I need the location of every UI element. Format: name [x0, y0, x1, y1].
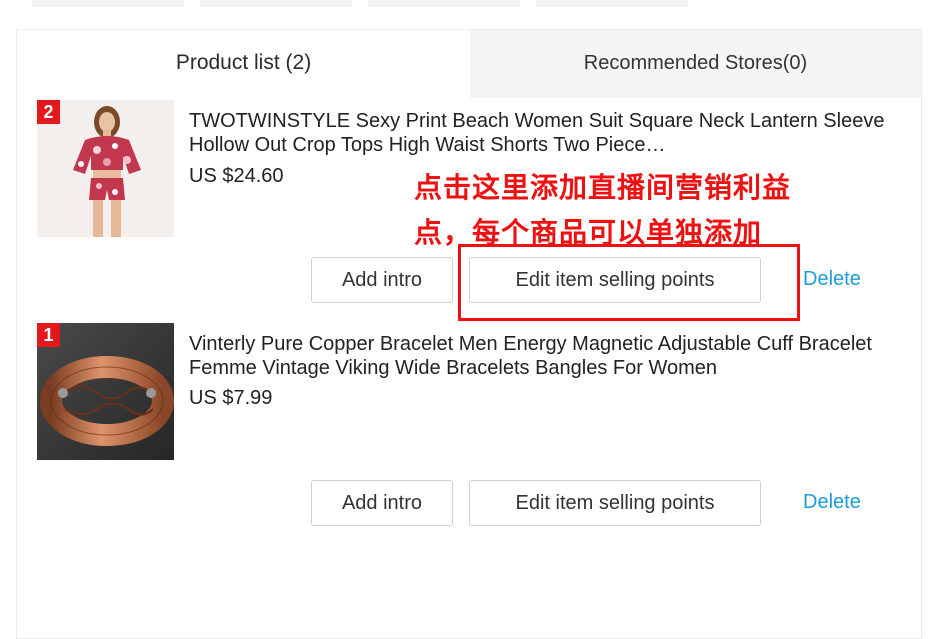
top-tab-stub[interactable]: [368, 0, 520, 7]
rank-badge: 2: [37, 100, 60, 124]
product-title[interactable]: Vinterly Pure Copper Bracelet Men Energy…: [189, 332, 889, 380]
product-thumbnail[interactable]: 1: [37, 323, 174, 460]
top-tab-stub[interactable]: [32, 0, 184, 7]
annotation-text-line1: 点击这里添加直播间营销利益: [414, 171, 792, 204]
delete-link[interactable]: Delete: [803, 268, 861, 291]
product-thumbnail[interactable]: 2: [37, 100, 174, 237]
tab-product-list[interactable]: Product list (2): [17, 30, 470, 98]
edit-selling-points-button[interactable]: Edit item selling points: [469, 480, 761, 526]
top-tab-stub[interactable]: [200, 0, 352, 7]
product-title[interactable]: TWOTWINSTYLE Sexy Print Beach Women Suit…: [189, 109, 889, 157]
top-tab-stub[interactable]: [536, 0, 688, 7]
annotation-highlight-box: [458, 244, 800, 321]
rank-badge: 1: [37, 323, 60, 347]
panel-tabs: Product list (2) Recommended Stores(0): [17, 30, 921, 98]
product-price: US $24.60: [189, 165, 284, 187]
add-intro-button[interactable]: Add intro: [311, 480, 453, 526]
delete-link[interactable]: Delete: [803, 491, 861, 514]
add-intro-button[interactable]: Add intro: [311, 257, 453, 303]
product-price: US $7.99: [189, 387, 273, 409]
tab-recommended-stores[interactable]: Recommended Stores(0): [470, 30, 921, 98]
top-tab-strip: [0, 0, 946, 10]
